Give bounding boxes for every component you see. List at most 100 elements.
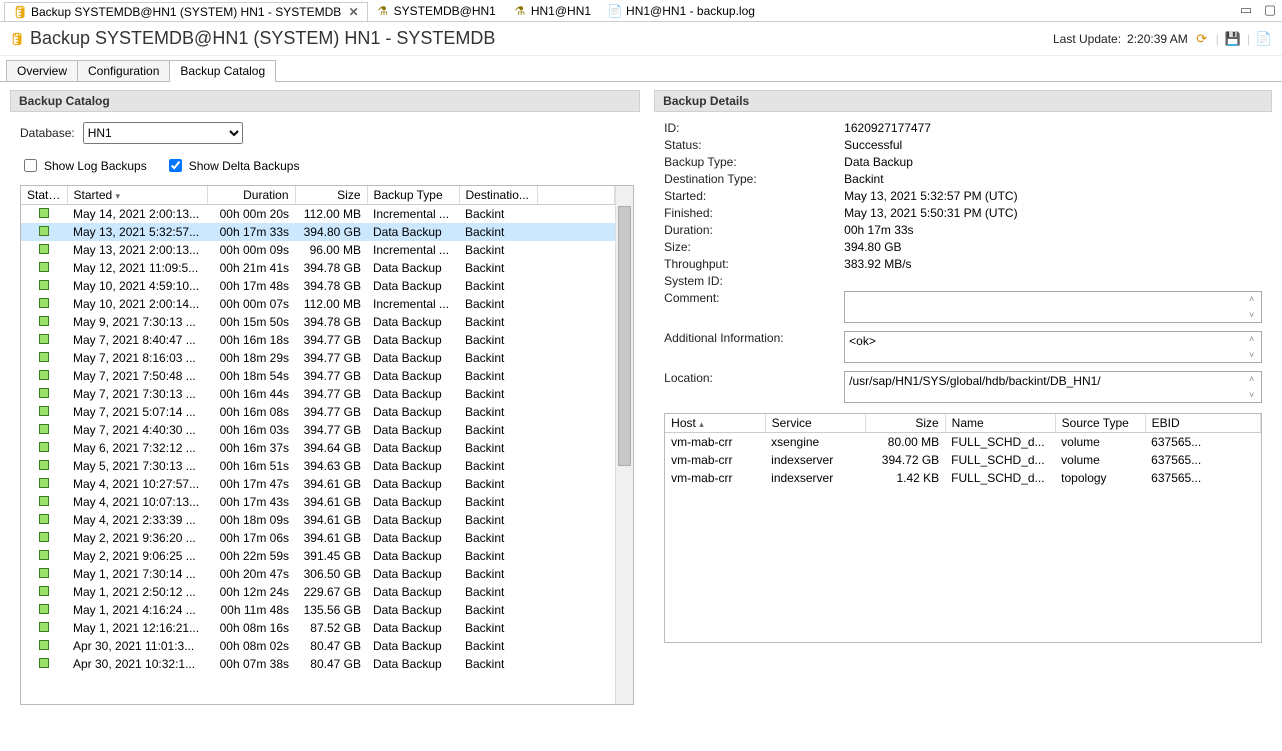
- show-log-checkbox[interactable]: Show Log Backups: [20, 156, 147, 175]
- table-row[interactable]: vm-mab-crrxsengine80.00 MBFULL_SCHD_d...…: [665, 433, 1260, 452]
- cell-type: Data Backup: [367, 475, 459, 493]
- table-row[interactable]: May 1, 2021 12:16:21...00h 08m 16s87.52 …: [21, 619, 615, 637]
- editor-tab[interactable]: 🛢Backup SYSTEMDB@HN1 (SYSTEM) HN1 - SYST…: [4, 2, 368, 21]
- minimize-icon[interactable]: ▭: [1238, 2, 1254, 18]
- table-row[interactable]: May 2, 2021 9:06:25 ...00h 22m 59s391.45…: [21, 547, 615, 565]
- table-row[interactable]: vm-mab-crrindexserver394.72 GBFULL_SCHD_…: [665, 451, 1260, 469]
- sub-col-host[interactable]: Host ▴: [665, 414, 765, 433]
- table-row[interactable]: May 10, 2021 2:00:14...00h 00m 07s112.00…: [21, 295, 615, 313]
- table-row[interactable]: May 6, 2021 7:32:12 ...00h 16m 37s394.64…: [21, 439, 615, 457]
- sub-col-source-type[interactable]: Source Type: [1055, 414, 1145, 433]
- subtab-overview[interactable]: Overview: [6, 60, 78, 82]
- cell-ebid: 637565...: [1145, 451, 1260, 469]
- cell-duration: 00h 16m 37s: [207, 439, 295, 457]
- table-row[interactable]: May 10, 2021 4:59:10...00h 17m 48s394.78…: [21, 277, 615, 295]
- export-icon[interactable]: 📄: [1256, 31, 1272, 47]
- cell-ebid: 637565...: [1145, 469, 1260, 487]
- col-backup-type[interactable]: Backup Type: [367, 186, 459, 205]
- table-row[interactable]: May 7, 2021 7:30:13 ...00h 16m 44s394.77…: [21, 385, 615, 403]
- table-row[interactable]: vm-mab-crrindexserver1.42 KBFULL_SCHD_d.…: [665, 469, 1260, 487]
- table-row[interactable]: May 1, 2021 7:30:14 ...00h 20m 47s306.50…: [21, 565, 615, 583]
- save-icon[interactable]: 💾: [1225, 31, 1241, 47]
- scroll-down-icon[interactable]: ˅: [1249, 310, 1259, 320]
- cell-type: Data Backup: [367, 529, 459, 547]
- cell-size: 394.72 GB: [865, 451, 945, 469]
- cell-duration: 00h 21m 41s: [207, 259, 295, 277]
- catalog-header-row[interactable]: Status Started ▾ Duration Size Backup Ty…: [21, 186, 615, 205]
- col-duration[interactable]: Duration: [207, 186, 295, 205]
- subtab-backup-catalog[interactable]: Backup Catalog: [169, 60, 276, 82]
- table-row[interactable]: May 13, 2021 2:00:13...00h 00m 09s96.00 …: [21, 241, 615, 259]
- table-row[interactable]: May 9, 2021 7:30:13 ...00h 15m 50s394.78…: [21, 313, 615, 331]
- table-row[interactable]: May 14, 2021 2:00:13...00h 00m 20s112.00…: [21, 205, 615, 224]
- cell-dest: Backint: [459, 529, 537, 547]
- last-update-label: Last Update:: [1053, 32, 1121, 46]
- cell-started: May 10, 2021 2:00:14...: [67, 295, 207, 313]
- catalog-scrollbar[interactable]: [615, 186, 633, 704]
- table-row[interactable]: May 1, 2021 2:50:12 ...00h 12m 24s229.67…: [21, 583, 615, 601]
- show-delta-input[interactable]: [169, 159, 182, 172]
- scroll-up-icon[interactable]: ˄: [1249, 294, 1259, 304]
- editor-tab[interactable]: ⚗HN1@HN1: [505, 1, 600, 20]
- catalog-section-title: Backup Catalog: [10, 90, 640, 112]
- subtable-header-row[interactable]: Host ▴ Service Size Name Source Type EBI…: [665, 414, 1260, 433]
- subtab-configuration[interactable]: Configuration: [77, 60, 170, 82]
- addinfo-textarea[interactable]: <ok> ˄˅: [844, 331, 1262, 363]
- table-row[interactable]: May 7, 2021 4:40:30 ...00h 16m 03s394.77…: [21, 421, 615, 439]
- sub-col-size[interactable]: Size: [865, 414, 945, 433]
- cell-started: May 7, 2021 8:16:03 ...: [67, 349, 207, 367]
- cell-name: FULL_SCHD_d...: [945, 451, 1055, 469]
- db-icon: 🛢: [13, 5, 27, 19]
- col-status[interactable]: Status: [21, 186, 67, 205]
- val-duration: 00h 17m 33s: [844, 223, 1262, 237]
- cell-type: Data Backup: [367, 349, 459, 367]
- table-row[interactable]: May 4, 2021 10:27:57...00h 17m 47s394.61…: [21, 475, 615, 493]
- cell-started: May 1, 2021 12:16:21...: [67, 619, 207, 637]
- details-section-title: Backup Details: [654, 90, 1272, 112]
- table-row[interactable]: May 7, 2021 8:16:03 ...00h 18m 29s394.77…: [21, 349, 615, 367]
- scrollbar-thumb[interactable]: [618, 206, 631, 466]
- col-started[interactable]: Started ▾: [67, 186, 207, 205]
- database-select[interactable]: HN1: [83, 122, 243, 144]
- sub-col-ebid[interactable]: EBID: [1145, 414, 1260, 433]
- scroll-up-icon[interactable]: ˄: [1249, 334, 1259, 344]
- scroll-up-icon[interactable]: ˄: [1249, 374, 1259, 384]
- comment-textarea[interactable]: ˄˅: [844, 291, 1262, 323]
- show-log-input[interactable]: [24, 159, 37, 172]
- table-row[interactable]: Apr 30, 2021 10:32:1...00h 07m 38s80.47 …: [21, 655, 615, 673]
- table-row[interactable]: May 2, 2021 9:36:20 ...00h 17m 06s394.61…: [21, 529, 615, 547]
- scroll-down-icon[interactable]: ˅: [1249, 390, 1259, 400]
- cell-dest: Backint: [459, 295, 537, 313]
- editor-tab[interactable]: ⚗SYSTEMDB@HN1: [368, 1, 505, 20]
- refresh-icon[interactable]: ⟳: [1194, 31, 1210, 47]
- maximize-icon[interactable]: ▢: [1262, 2, 1278, 18]
- location-textarea[interactable]: /usr/sap/HN1/SYS/global/hdb/backint/DB_H…: [844, 371, 1262, 403]
- table-row[interactable]: May 5, 2021 7:30:13 ...00h 16m 51s394.63…: [21, 457, 615, 475]
- table-row[interactable]: May 1, 2021 4:16:24 ...00h 11m 48s135.56…: [21, 601, 615, 619]
- cell-type: Data Backup: [367, 565, 459, 583]
- show-delta-checkbox[interactable]: Show Delta Backups: [165, 156, 300, 175]
- status-ok-icon: [39, 622, 49, 632]
- sub-col-service[interactable]: Service: [765, 414, 865, 433]
- close-icon[interactable]: ✕: [345, 5, 358, 19]
- col-destination[interactable]: Destinatio...: [459, 186, 537, 205]
- table-row[interactable]: May 7, 2021 7:50:48 ...00h 18m 54s394.77…: [21, 367, 615, 385]
- table-row[interactable]: May 4, 2021 2:33:39 ...00h 18m 09s394.61…: [21, 511, 615, 529]
- table-row[interactable]: May 13, 2021 5:32:57...00h 17m 33s394.80…: [21, 223, 615, 241]
- cell-type: Data Backup: [367, 421, 459, 439]
- table-row[interactable]: May 7, 2021 5:07:14 ...00h 16m 08s394.77…: [21, 403, 615, 421]
- table-row[interactable]: Apr 30, 2021 11:01:3...00h 08m 02s80.47 …: [21, 637, 615, 655]
- table-row[interactable]: May 7, 2021 8:40:47 ...00h 16m 18s394.77…: [21, 331, 615, 349]
- cell-dest: Backint: [459, 637, 537, 655]
- table-row[interactable]: May 12, 2021 11:09:5...00h 21m 41s394.78…: [21, 259, 615, 277]
- cell-started: May 4, 2021 10:07:13...: [67, 493, 207, 511]
- sub-col-name[interactable]: Name: [945, 414, 1055, 433]
- col-size[interactable]: Size: [295, 186, 367, 205]
- cell-dest: Backint: [459, 547, 537, 565]
- cell-name: FULL_SCHD_d...: [945, 433, 1055, 452]
- table-row[interactable]: May 4, 2021 10:07:13...00h 17m 43s394.61…: [21, 493, 615, 511]
- scroll-down-icon[interactable]: ˅: [1249, 350, 1259, 360]
- editor-tab[interactable]: 📄HN1@HN1 - backup.log: [600, 1, 764, 20]
- cell-started: May 1, 2021 7:30:14 ...: [67, 565, 207, 583]
- cell-dest: Backint: [459, 619, 537, 637]
